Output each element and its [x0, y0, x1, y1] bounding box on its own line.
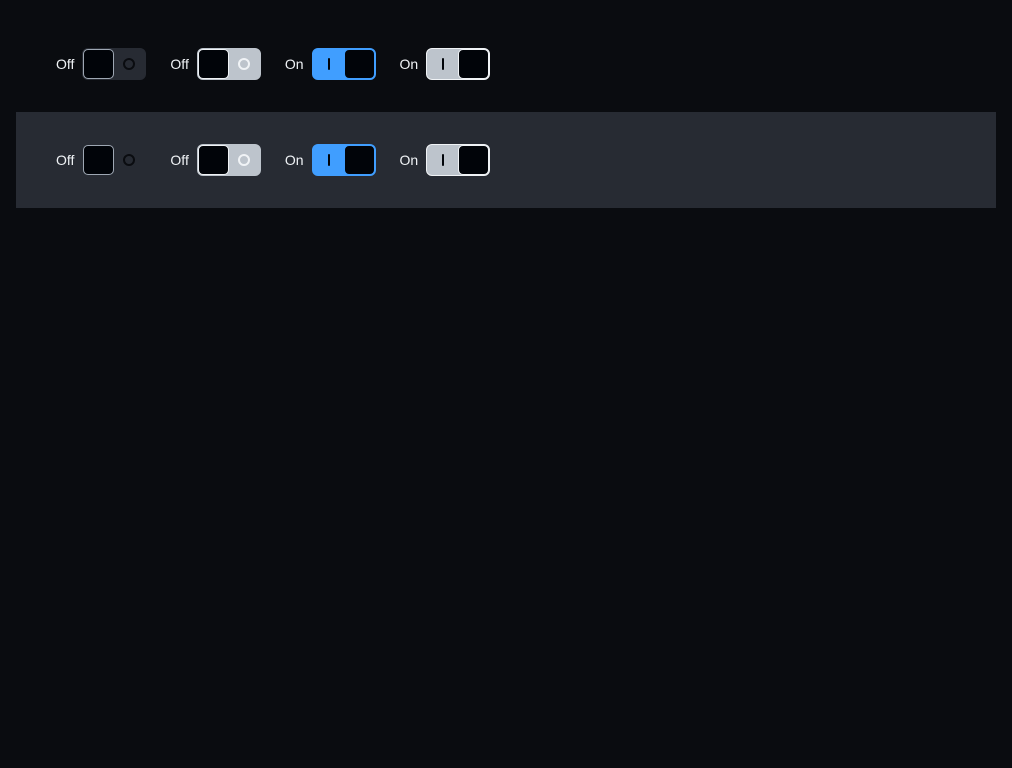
toggle-group: On [285, 144, 376, 176]
circle-icon [237, 58, 250, 70]
toggle-group: On [400, 144, 491, 176]
toggle-group: Off [170, 144, 261, 176]
toggle-group: Off [56, 144, 146, 176]
toggle-switch-on[interactable] [311, 48, 376, 80]
bar-icon [327, 58, 330, 70]
toggle-knob [197, 145, 229, 175]
toggle-group: Off [170, 48, 261, 80]
toggle-label: On [399, 152, 419, 168]
toggle-knob [83, 145, 115, 175]
toggle-switch-off[interactable] [82, 144, 146, 176]
toggle-switch-on[interactable] [426, 48, 491, 80]
circle-icon [123, 154, 136, 166]
toggle-knob [197, 49, 229, 79]
bar-icon [442, 58, 445, 70]
toggle-row-1: Off Off On On [16, 16, 996, 112]
toggle-knob [343, 145, 375, 175]
toggle-label: Off [170, 56, 189, 72]
toggle-group: On [400, 48, 491, 80]
toggle-row-2: Off Off On On [16, 112, 996, 208]
toggle-switch-on[interactable] [426, 144, 491, 176]
bar-icon [327, 154, 330, 166]
toggle-switch-on[interactable] [311, 144, 376, 176]
toggle-label: Off [56, 152, 75, 168]
toggle-label: Off [56, 56, 75, 72]
toggle-group: Off [56, 48, 147, 80]
toggle-label: Off [170, 152, 189, 168]
toggle-knob [458, 145, 490, 175]
toggle-group: On [285, 48, 376, 80]
bar-icon [442, 154, 445, 166]
toggle-knob [458, 49, 490, 79]
toggle-switch-off[interactable] [82, 48, 147, 80]
toggle-switch-off[interactable] [196, 144, 261, 176]
toggle-label: On [284, 152, 304, 168]
toggle-label: On [284, 56, 304, 72]
toggle-label: On [399, 56, 419, 72]
circle-icon [123, 58, 136, 70]
toggle-knob [343, 49, 375, 79]
toggle-knob [83, 49, 115, 79]
toggle-switch-off[interactable] [196, 48, 261, 80]
circle-icon [237, 154, 250, 166]
